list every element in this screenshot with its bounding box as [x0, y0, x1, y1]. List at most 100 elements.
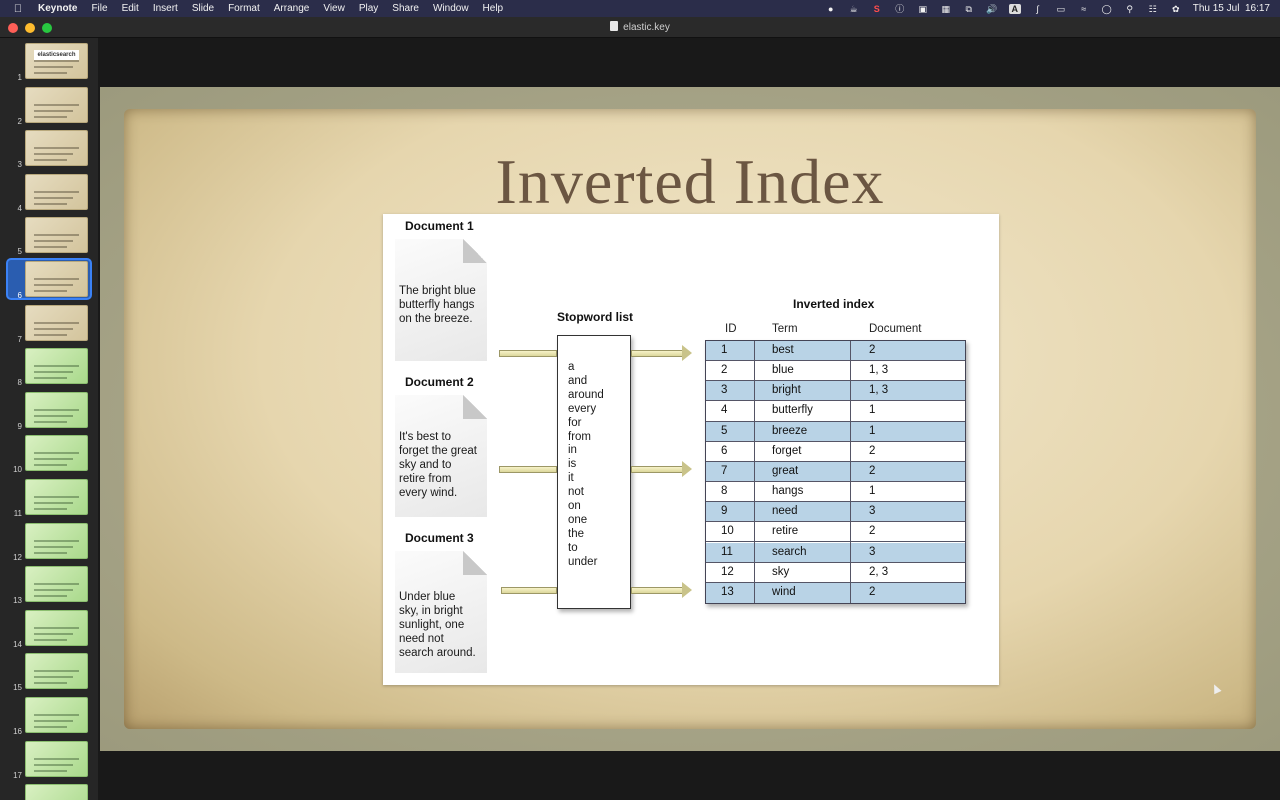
- menu-play[interactable]: Play: [352, 0, 385, 17]
- app-s-icon[interactable]: S: [871, 4, 883, 14]
- slide-thumbnail-1[interactable]: 1 elasticsearch: [0, 40, 98, 82]
- slide-thumbnail-image: [25, 217, 88, 254]
- slide[interactable]: Inverted Index Document 1 The bright blu…: [100, 87, 1280, 751]
- slide-thumbnail-2[interactable]: 2: [0, 84, 98, 126]
- apple-logo-icon[interactable]: : [0, 3, 36, 15]
- volume-icon[interactable]: 🔊: [986, 4, 998, 14]
- row-id-cell: 11: [721, 545, 733, 558]
- slide-thumbnail-18[interactable]: 18: [0, 781, 98, 800]
- title-bar[interactable]: elastic.key: [0, 17, 1280, 38]
- wifi-icon[interactable]: ≈: [1078, 4, 1090, 14]
- thumbnail-text-line: [34, 458, 73, 461]
- column-divider: [754, 341, 755, 603]
- slide-thumbnail-3[interactable]: 3: [0, 127, 98, 169]
- windows-icon[interactable]: ⧉: [963, 4, 975, 14]
- thumbnail-text-line: [34, 246, 67, 249]
- table-row: 2 blue 1, 3: [706, 361, 965, 382]
- slide-navigator[interactable]: 1 elasticsearch 2 3 4 5 6 7 8 9 10 11 12 13 14 15 16 1718: [0, 38, 98, 800]
- slide-thumbnail-15[interactable]: 15: [0, 650, 98, 692]
- bluetooth-icon[interactable]: ∫: [1032, 4, 1044, 14]
- thumbnail-text-line: [34, 377, 67, 380]
- row-term-cell: sky: [772, 565, 790, 578]
- slide-thumbnail-10[interactable]: 10: [0, 432, 98, 474]
- search-icon[interactable]: ⚲: [1124, 4, 1136, 14]
- messages-icon[interactable]: ●: [825, 4, 837, 14]
- stopword: every: [568, 402, 597, 415]
- row-documents-cell: 1, 3: [869, 384, 889, 397]
- document-line: butterfly hangs: [399, 299, 475, 311]
- inverted-index-figure[interactable]: Document 1 The bright blue butterfly han…: [383, 214, 999, 685]
- siri-icon[interactable]: ✿: [1170, 4, 1182, 14]
- slide-thumbnail-11[interactable]: 11: [0, 476, 98, 518]
- menu-insert[interactable]: Insert: [146, 0, 185, 17]
- menu-file[interactable]: File: [84, 0, 114, 17]
- slide-canvas[interactable]: Inverted Index Document 1 The bright blu…: [98, 38, 1280, 800]
- document-line: It's best to: [399, 431, 452, 443]
- row-term-cell: search: [772, 545, 807, 558]
- slide-thumbnail-16[interactable]: 16: [0, 694, 98, 736]
- stopword: and: [568, 374, 588, 387]
- slide-number: 15: [13, 683, 22, 693]
- page-fold: [463, 395, 487, 419]
- stopword: in: [568, 444, 577, 457]
- slide-thumbnail-9[interactable]: 9: [0, 389, 98, 431]
- arrow-doc2-to-stopwords: [499, 464, 557, 474]
- table-row: 12 sky 2, 3: [706, 563, 965, 583]
- slide-thumbnail-14[interactable]: 14: [0, 607, 98, 649]
- slide-thumbnail-5[interactable]: 5: [0, 214, 98, 256]
- thumbnail-text-line: [34, 726, 67, 728]
- slide-title[interactable]: Inverted Index: [100, 145, 1280, 219]
- slide-thumbnail-12[interactable]: 12: [0, 520, 98, 562]
- thumbnail-text-line: [34, 408, 79, 411]
- keyboard-a-icon[interactable]: A: [1008, 3, 1021, 14]
- arrow-stopwords-to-index-1: [631, 345, 693, 361]
- user-icon[interactable]: ◯: [1101, 4, 1113, 14]
- table-row: 6 forget 2: [706, 442, 965, 462]
- slide-thumbnail-7[interactable]: 7: [0, 302, 98, 344]
- menu-view[interactable]: View: [316, 0, 352, 17]
- row-documents-cell: 2: [869, 585, 876, 598]
- screen-record-icon[interactable]: ▣: [917, 4, 929, 14]
- stopword: around: [568, 388, 604, 401]
- thumbnail-text-line: [34, 333, 67, 336]
- row-id-cell: 4: [721, 404, 728, 417]
- thumbnail-text-line: [34, 420, 67, 423]
- row-term-cell: wind: [772, 585, 796, 598]
- slide-thumbnail-13[interactable]: 13: [0, 563, 98, 605]
- menu-help[interactable]: Help: [476, 0, 511, 17]
- control-center-icon[interactable]: ☷: [1147, 4, 1159, 14]
- row-id-cell: 13: [721, 585, 734, 598]
- slide-thumbnail-4[interactable]: 4: [0, 171, 98, 213]
- table-row: 9 need 3: [706, 502, 965, 523]
- menu-slide[interactable]: Slide: [185, 0, 221, 17]
- password-icon[interactable]: ⓘ: [894, 4, 906, 14]
- row-id-cell: 7: [721, 464, 728, 477]
- table-row: 1 best 2: [706, 341, 965, 362]
- inverted-index-table: 1 best 2 2 blue 1, 3 3 bright 1, 3 4 butterfly 1 5 br…: [705, 340, 966, 604]
- menu-window[interactable]: Window: [426, 0, 476, 17]
- stopword: it: [568, 472, 574, 485]
- slide-thumbnail-image: [25, 261, 88, 297]
- row-id-cell: 10: [721, 525, 734, 538]
- menu-app-name[interactable]: Keynote: [36, 0, 84, 17]
- slide-thumbnail-17[interactable]: 17: [0, 738, 98, 780]
- thumbnail-text-line: [34, 720, 73, 722]
- slide-number: 10: [13, 465, 22, 475]
- menu-share[interactable]: Share: [385, 0, 426, 17]
- clock[interactable]: Thu 15 Jul 16:17: [1193, 3, 1270, 14]
- slide-thumbnail-image: [25, 435, 88, 472]
- document-1-label: Document 1: [405, 219, 474, 233]
- slide-thumbnail-8[interactable]: 8: [0, 345, 98, 387]
- menu-arrange[interactable]: Arrange: [267, 0, 317, 17]
- menu-edit[interactable]: Edit: [115, 0, 146, 17]
- thumbnail-text-line: [34, 496, 79, 498]
- document-1-text: The bright blue butterfly hangs on the b…: [399, 284, 476, 326]
- battery-icon[interactable]: ▭: [1055, 4, 1067, 14]
- menu-format[interactable]: Format: [221, 0, 267, 17]
- coffee-icon[interactable]: ☕: [848, 4, 860, 14]
- layout-icon[interactable]: ▦: [940, 4, 952, 14]
- slide-thumbnail-6[interactable]: 6: [0, 258, 98, 300]
- thumbnail-text-line: [34, 583, 79, 586]
- row-id-cell: 12: [721, 565, 734, 578]
- document-2-label: Document 2: [405, 375, 474, 389]
